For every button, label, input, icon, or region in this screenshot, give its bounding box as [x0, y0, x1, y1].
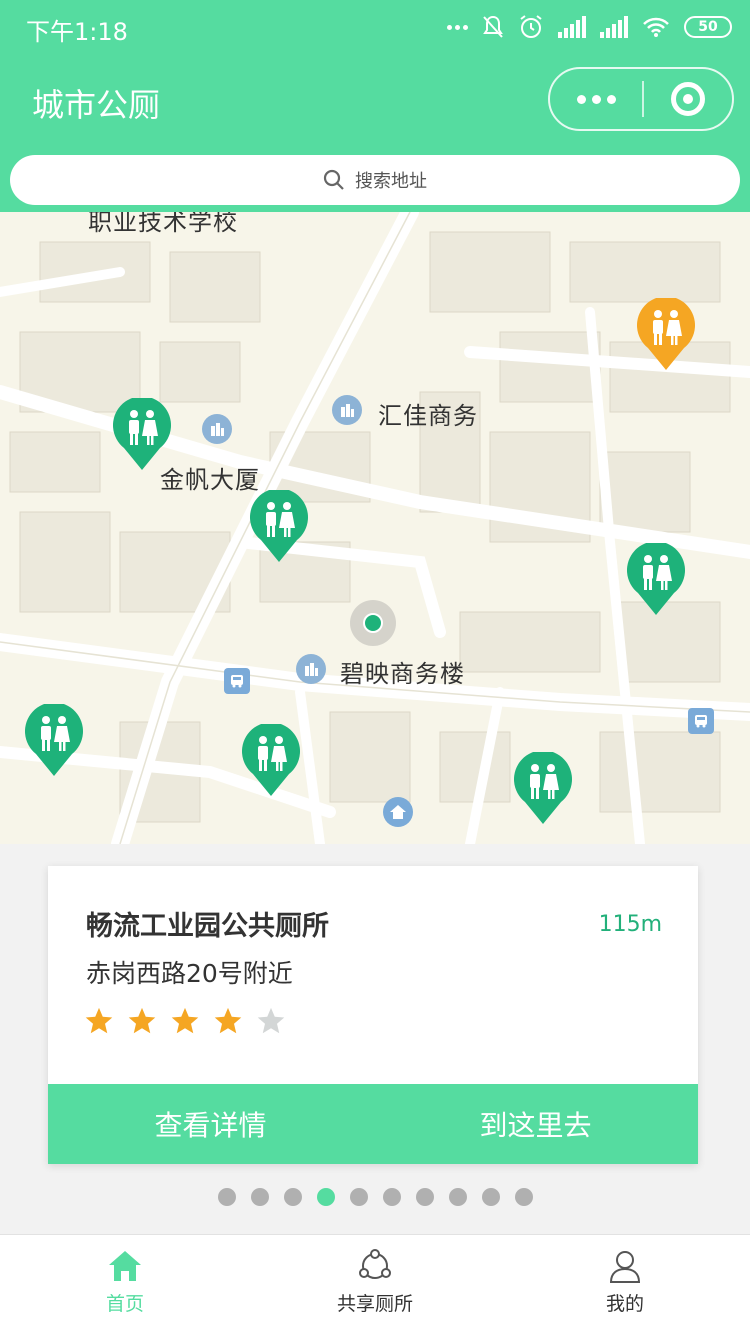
tab-share-label: 共享厕所	[336, 1293, 413, 1315]
pager-dot[interactable]	[283, 1188, 302, 1206]
pager-dot[interactable]	[382, 1188, 401, 1206]
toilet-info-card: 畅流工业园公共厕所 115m 赤岗西路20号附近 查看详情 到这里去	[48, 866, 698, 1164]
map-label-huijia: 汇佳商务	[378, 402, 478, 430]
map-label-jinfan: 金帆大厦	[160, 466, 260, 494]
card-pager	[0, 1188, 750, 1206]
pager-dot[interactable]	[250, 1188, 269, 1206]
tab-home[interactable]: 首页	[0, 1235, 250, 1334]
toilet-distance: 115m	[598, 912, 662, 937]
mute-bell-icon	[483, 15, 503, 38]
more-button[interactable]	[550, 69, 642, 129]
tab-mine-label: 我的	[605, 1293, 644, 1315]
toilet-pin-icon[interactable]	[112, 398, 172, 472]
building-poi-icon	[332, 395, 362, 425]
toilet-address: 赤岗西路20号附近	[86, 959, 293, 988]
current-location-icon	[350, 600, 396, 646]
battery-icon: 50	[684, 16, 732, 38]
toilet-pin-icon[interactable]	[24, 704, 84, 778]
pager-dot[interactable]	[448, 1188, 467, 1206]
search-bar[interactable]: 搜索地址	[10, 155, 740, 205]
alarm-icon	[520, 15, 542, 38]
toilet-name: 畅流工业园公共厕所	[86, 911, 329, 942]
bus-stop-icon	[688, 708, 714, 734]
view-details-button[interactable]: 查看详情	[48, 1084, 373, 1164]
share-icon	[359, 1249, 391, 1279]
tab-share-toilet[interactable]: 共享厕所	[250, 1235, 500, 1334]
search-placeholder: 搜索地址	[355, 171, 427, 192]
status-bar: 下午1:18 50	[0, 0, 750, 56]
map-label-school: 职业技术学校	[88, 212, 238, 236]
pager-dot[interactable]	[415, 1188, 434, 1206]
card-actions: 查看详情 到这里去	[48, 1084, 698, 1164]
navigate-button[interactable]: 到这里去	[373, 1084, 698, 1164]
tab-home-label: 首页	[105, 1293, 144, 1315]
building-poi-icon	[202, 414, 232, 444]
toilet-pin-icon[interactable]	[626, 543, 686, 617]
toilet-pin-icon[interactable]	[513, 752, 573, 826]
header-bar: 下午1:18 50 城市公厕 搜索地址	[0, 0, 750, 212]
pager-dot[interactable]	[514, 1188, 533, 1206]
wifi-icon	[643, 17, 669, 37]
signal-icon	[558, 16, 586, 38]
home-poi-icon	[383, 797, 413, 827]
toilet-pin-icon[interactable]	[241, 724, 301, 798]
toilet-pin-orange-icon[interactable]	[636, 298, 696, 372]
user-icon	[609, 1251, 641, 1283]
close-button[interactable]	[644, 69, 732, 129]
status-icons: 50	[447, 12, 732, 42]
more-notifications-icon	[447, 24, 468, 30]
star-filled-icon	[85, 1007, 113, 1034]
pager-dot[interactable]	[481, 1188, 500, 1206]
star-filled-icon	[214, 1007, 242, 1034]
map-view[interactable]: 职业技术学校 汇佳商务 金帆大厦 碧映商务楼	[0, 212, 750, 844]
tab-bar: 首页 共享厕所 我的	[0, 1234, 750, 1334]
star-empty-icon	[257, 1007, 285, 1034]
rating-stars	[84, 1006, 286, 1036]
status-time: 下午1:18	[26, 18, 128, 46]
home-icon	[109, 1251, 141, 1281]
app-title: 城市公厕	[32, 86, 161, 124]
pager-dot[interactable]	[217, 1188, 236, 1206]
building-poi-icon	[296, 654, 326, 684]
star-filled-icon	[171, 1007, 199, 1034]
pager-dot[interactable]	[316, 1188, 335, 1206]
toilet-pin-icon[interactable]	[249, 490, 309, 564]
mini-program-capsule	[548, 67, 734, 131]
star-filled-icon	[128, 1007, 156, 1034]
tab-mine[interactable]: 我的	[500, 1235, 750, 1334]
bus-stop-icon	[224, 668, 250, 694]
search-icon	[323, 169, 344, 190]
pager-dot[interactable]	[349, 1188, 368, 1206]
map-label-biying: 碧映商务楼	[340, 660, 465, 688]
signal-2-icon	[600, 16, 628, 38]
close-target-icon	[671, 82, 705, 116]
